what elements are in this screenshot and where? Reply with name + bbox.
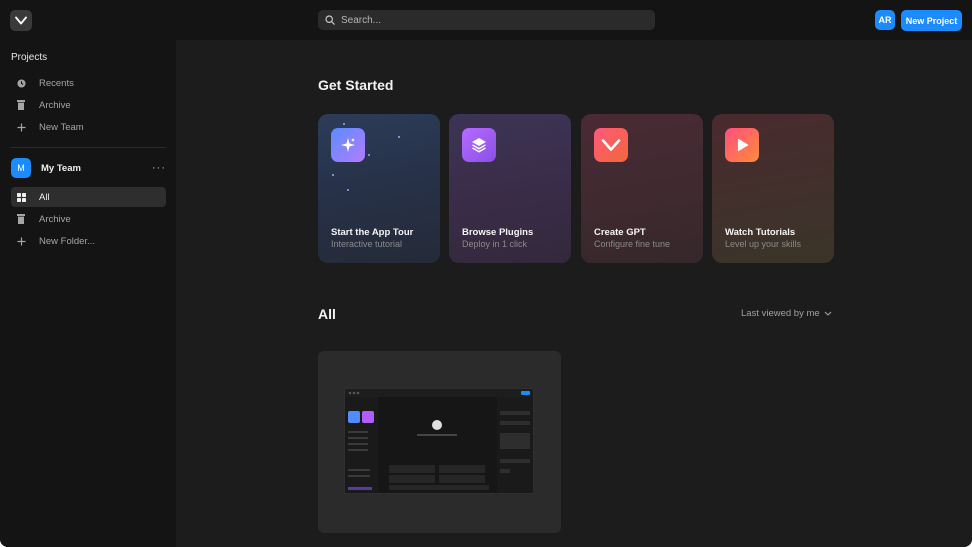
star-decoration: [343, 123, 345, 125]
plus-icon: [14, 120, 28, 134]
sidebar-item-new-team[interactable]: New Team: [11, 117, 166, 137]
thumbnail-preview-image: [345, 389, 533, 493]
card-subtitle: Deploy in 1 click: [462, 239, 528, 249]
card-create-gpt[interactable]: Create GPT Configure fine tune: [581, 114, 703, 263]
card-title: Browse Plugins: [462, 227, 534, 238]
sidebar-heading: Projects: [11, 52, 48, 63]
sparkle-icon: [331, 128, 365, 162]
card-title: Watch Tutorials: [725, 227, 796, 238]
sidebar-item-recents[interactable]: Recents: [11, 73, 166, 93]
sidebar-item-label: Archive: [39, 99, 71, 111]
sidebar-item-label: Archive: [39, 213, 71, 225]
card-app-tour[interactable]: Start the App Tour Interactive tutorial: [318, 114, 440, 263]
top-bar: AR New Project: [0, 0, 972, 40]
all-section-title: All: [318, 306, 336, 322]
project-thumbnail: [344, 388, 534, 494]
get-started-title: Get Started: [318, 77, 394, 93]
sidebar-item-all[interactable]: All: [11, 187, 166, 207]
team-more-button[interactable]: ···: [152, 162, 166, 174]
sidebar-item-new-folder[interactable]: New Folder...: [11, 231, 166, 251]
trash-icon: [14, 212, 28, 226]
sidebar-item-archive[interactable]: Archive: [11, 95, 166, 115]
card-browse-plugins[interactable]: Browse Plugins Deploy in 1 click: [449, 114, 571, 263]
team-avatar: M: [11, 158, 31, 178]
chevron-down-icon: [824, 311, 832, 316]
main-content: Get Started Start the App Tour Interacti…: [176, 40, 972, 547]
search-icon: [325, 15, 335, 25]
grid-icon: [14, 190, 28, 204]
sidebar-item-label: All: [39, 191, 50, 203]
search-bar[interactable]: [318, 10, 655, 30]
new-project-button[interactable]: New Project: [901, 10, 962, 31]
card-title: Create GPT: [594, 227, 646, 238]
trash-icon: [14, 98, 28, 112]
card-subtitle: Level up your skills: [725, 239, 802, 249]
v-logo-icon: [15, 16, 27, 25]
star-decoration: [347, 189, 349, 191]
user-avatar[interactable]: AR: [875, 10, 895, 30]
card-title: Start the App Tour: [331, 227, 414, 238]
card-watch-tutorials[interactable]: Watch Tutorials Level up your skills: [712, 114, 834, 263]
sidebar-item-label: New Folder...: [39, 235, 95, 247]
team-header[interactable]: M My Team ···: [11, 158, 166, 178]
card-subtitle: Interactive tutorial: [331, 239, 403, 249]
search-input[interactable]: [341, 14, 641, 26]
sort-dropdown[interactable]: Last viewed by me: [741, 308, 832, 319]
sidebar-item-label: New Team: [39, 121, 84, 133]
star-decoration: [332, 174, 334, 176]
sidebar-divider: [11, 147, 166, 148]
logo-button[interactable]: [10, 10, 32, 31]
sort-label: Last viewed by me: [741, 308, 820, 319]
sidebar-item-team-archive[interactable]: Archive: [11, 209, 166, 229]
project-card[interactable]: [318, 351, 561, 533]
app-window: AR New Project Projects Recents Archive …: [0, 0, 972, 547]
v-logo-icon: [594, 128, 628, 162]
team-name: My Team: [41, 162, 81, 174]
sidebar: Projects Recents Archive New Team M My T…: [0, 40, 176, 547]
star-decoration: [368, 154, 370, 156]
play-icon: [725, 128, 759, 162]
star-decoration: [398, 136, 400, 138]
clock-icon: [14, 76, 28, 90]
sidebar-item-label: Recents: [39, 77, 74, 89]
card-subtitle: Configure fine tune: [594, 239, 671, 249]
layers-icon: [462, 128, 496, 162]
plus-icon: [14, 234, 28, 248]
